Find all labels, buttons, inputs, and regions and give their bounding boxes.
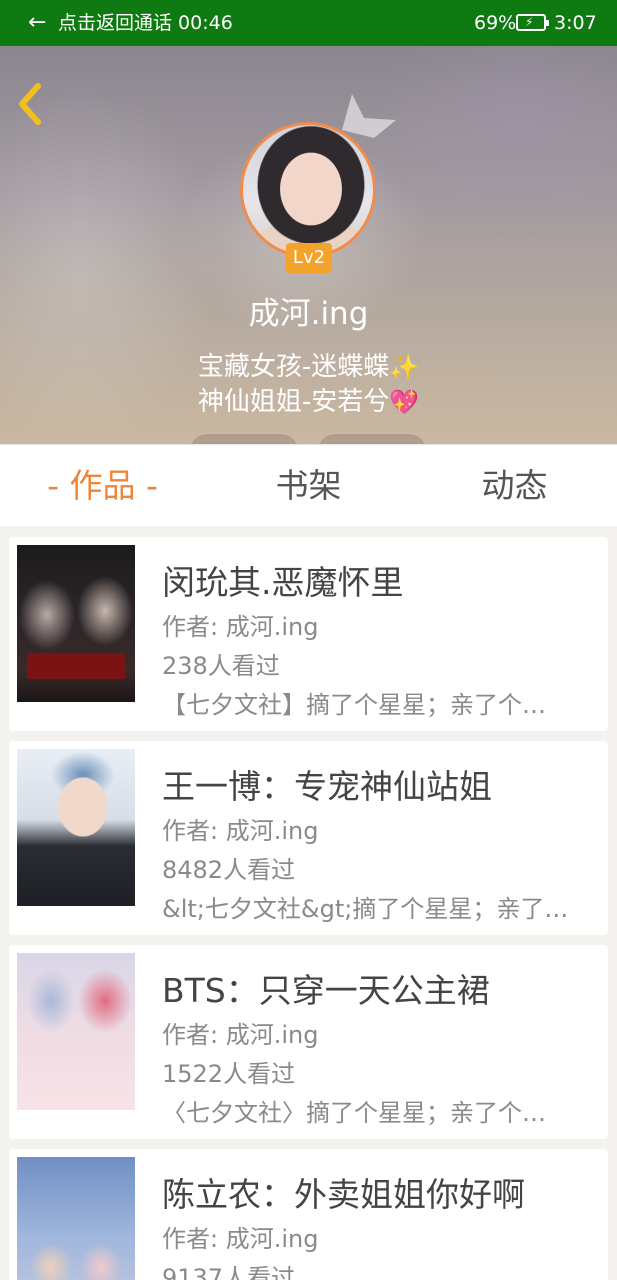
avatar[interactable]	[240, 122, 376, 258]
book-description: 〈七夕文社〉摘了个星星；亲了个…	[162, 1099, 546, 1127]
book-card[interactable]: 陈立农：外卖姐姐你好啊 作者: 成河.ing 9137人看过	[9, 1149, 608, 1280]
book-cover-image	[17, 545, 135, 702]
book-description: &lt;七夕文社&gt;摘了个星星；亲了…	[162, 895, 569, 923]
book-author: 作者: 成河.ing	[162, 1021, 319, 1049]
book-view-count: 9137人看过	[162, 1264, 296, 1280]
tab-bar: - 作品 - 书架 动态	[0, 444, 617, 526]
book-card[interactable]: 王一博：专宠神仙站姐 作者: 成河.ing 8482人看过 &lt;七夕文社&g…	[9, 741, 608, 935]
level-badge: Lv2	[286, 243, 332, 273]
signature-line-2: 神仙姐姐-安若兮💖	[0, 385, 617, 419]
profile-header: Lv2 成河.ing 宝藏女孩-迷蝶蝶✨ 神仙姐姐-安若兮💖	[0, 46, 617, 444]
return-to-call-text[interactable]: 点击返回通话 00:46	[58, 10, 233, 36]
header-action-pill-2[interactable]	[318, 434, 426, 444]
status-bar: ← 点击返回通话 00:46 69% ⚡ 3:07	[0, 0, 617, 46]
book-view-count: 8482人看过	[162, 856, 296, 884]
sparkle-icon: ✨	[389, 353, 420, 381]
signature-line-1: 宝藏女孩-迷蝶蝶✨	[0, 350, 617, 384]
book-description: 【七夕文社】摘了个星星；亲了个…	[162, 691, 546, 719]
book-cover-image	[17, 749, 135, 906]
book-view-count: 238人看过	[162, 652, 280, 680]
signature-line-1-text: 宝藏女孩-迷蝶蝶	[197, 352, 390, 382]
book-view-count: 1522人看过	[162, 1060, 296, 1088]
battery-icon: ⚡	[516, 14, 549, 31]
tab-activity[interactable]: 动态	[412, 445, 617, 527]
book-cover-image	[17, 953, 135, 1110]
book-card[interactable]: 闵玧其.恶魔怀里 作者: 成河.ing 238人看过 【七夕文社】摘了个星星；亲…	[9, 537, 608, 731]
header-action-pill-1[interactable]	[190, 434, 298, 444]
tab-works[interactable]: - 作品 -	[0, 445, 205, 527]
back-button[interactable]	[14, 80, 54, 128]
clock: 3:07	[554, 12, 597, 34]
book-title: BTS：只穿一天公主裙	[162, 971, 490, 1010]
sparkling-heart-icon: 💖	[389, 388, 420, 416]
book-author: 作者: 成河.ing	[162, 1225, 319, 1253]
book-author: 作者: 成河.ing	[162, 817, 319, 845]
book-title: 王一博：专宠神仙站姐	[162, 767, 492, 806]
chevron-left-icon	[19, 83, 41, 125]
signature-line-2-text: 神仙姐姐-安若兮	[197, 387, 390, 417]
book-card[interactable]: BTS：只穿一天公主裙 作者: 成河.ing 1522人看过 〈七夕文社〉摘了个…	[9, 945, 608, 1139]
username: 成河.ing	[248, 296, 369, 332]
book-title: 闵玧其.恶魔怀里	[162, 563, 404, 602]
book-cover-image	[17, 1157, 135, 1280]
book-title: 陈立农：外卖姐姐你好啊	[162, 1175, 525, 1214]
return-call-arrow-icon[interactable]: ←	[28, 10, 46, 36]
tab-bookshelf[interactable]: 书架	[205, 445, 412, 527]
book-author: 作者: 成河.ing	[162, 613, 319, 641]
battery-percent: 69%	[474, 12, 517, 34]
